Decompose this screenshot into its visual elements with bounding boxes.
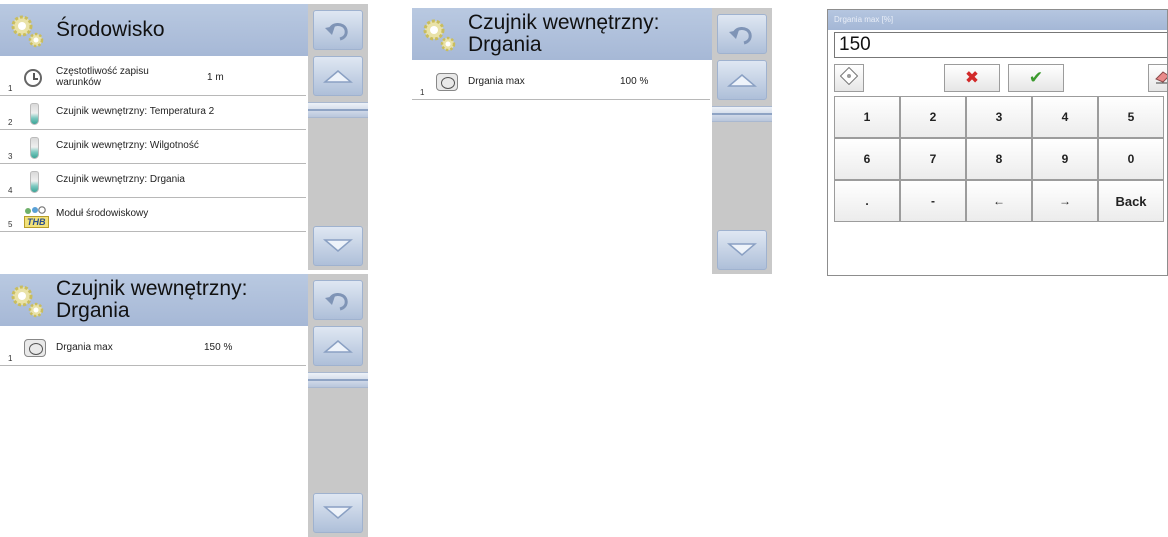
- eraser-icon: [1154, 68, 1167, 89]
- thb-badge: THB: [24, 216, 49, 228]
- ok-button[interactable]: ✔: [1008, 64, 1064, 92]
- scroll-home-button[interactable]: [717, 60, 767, 100]
- undo-arrow-icon: [729, 27, 752, 45]
- scroll-thumb[interactable]: [308, 102, 368, 118]
- row-label: Drgania max: [56, 342, 113, 353]
- row-label: Czujnik wewnętrzny: Wilgotność: [56, 140, 199, 151]
- humidity-sensor-icon: [24, 137, 46, 159]
- keypad-title: Drgania max [%]: [828, 10, 1167, 30]
- vibration-sensor-icon: [24, 171, 46, 193]
- home-arrow-icon: [323, 340, 353, 353]
- key-2[interactable]: 2: [900, 96, 966, 138]
- key-4[interactable]: 4: [1032, 96, 1098, 138]
- home-arrow-icon: [727, 74, 757, 87]
- list-item[interactable]: 3 Czujnik wewnętrzny: Wilgotność: [0, 130, 306, 164]
- key-5[interactable]: 5: [1098, 96, 1164, 138]
- scroll-home-button[interactable]: [313, 326, 363, 366]
- vibration-scrollbar[interactable]: [308, 274, 368, 537]
- clock-icon: [24, 69, 46, 91]
- vibration-scrollbar[interactable]: [712, 8, 772, 274]
- row-index: 1: [8, 84, 13, 93]
- vibration-title: Czujnik wewnętrzny: Drgania: [56, 277, 248, 322]
- key-left[interactable]: ←: [966, 180, 1032, 222]
- key-0[interactable]: 0: [1098, 138, 1164, 180]
- cancel-x-icon: ✖: [964, 68, 980, 87]
- scroll-thumb[interactable]: [308, 372, 368, 388]
- scroll-track[interactable]: [308, 102, 368, 226]
- environment-header: Środowisko: [0, 4, 308, 56]
- settings-gear-icon: [6, 8, 50, 52]
- key-8[interactable]: 8: [966, 138, 1032, 180]
- key-6[interactable]: 6: [834, 138, 900, 180]
- vibration-header: Czujnik wewnętrzny: Drgania: [0, 274, 308, 326]
- scroll-thumb[interactable]: [712, 106, 772, 122]
- environment-module-icon: THB: [24, 205, 49, 228]
- scroll-down-button[interactable]: [717, 230, 767, 270]
- list-item[interactable]: 1 Drgania max 150 %: [0, 332, 306, 366]
- down-arrow-icon: [727, 243, 757, 256]
- row-index: 3: [8, 152, 13, 161]
- keyboard-toggle-button[interactable]: [834, 64, 864, 92]
- list-item[interactable]: 2 Czujnik wewnętrzny: Temperatura 2: [0, 96, 306, 130]
- numeric-keypad-dialog: Drgania max [%] 150 ✖ ✔ 1 2 3 4 5 6 7 8 …: [827, 9, 1168, 276]
- back-button[interactable]: [717, 14, 767, 54]
- scroll-down-button[interactable]: [313, 226, 363, 266]
- undo-arrow-icon: [325, 23, 348, 41]
- list-item[interactable]: 1 Częstotliwość zapisu warunków 1 m: [0, 62, 306, 96]
- home-arrow-icon: [323, 70, 353, 83]
- key-right[interactable]: →: [1032, 180, 1098, 222]
- key-9[interactable]: 9: [1032, 138, 1098, 180]
- row-value: 1 m: [207, 72, 224, 83]
- vibration-panel-top: Czujnik wewnętrzny: Drgania 1 Drgania ma…: [412, 8, 772, 274]
- temperature-sensor-icon: [24, 103, 46, 125]
- row-label: Czujnik wewnętrzny: Temperatura 2: [56, 106, 215, 117]
- row-index: 1: [420, 88, 425, 97]
- row-value: 150 %: [204, 342, 233, 353]
- back-button[interactable]: [313, 280, 363, 320]
- scroll-track[interactable]: [712, 106, 772, 230]
- down-arrow-icon: [323, 239, 353, 252]
- key-3[interactable]: 3: [966, 96, 1032, 138]
- row-label: Częstotliwość zapisu warunków: [56, 66, 149, 88]
- row-value: 100 %: [620, 76, 649, 87]
- key-minus[interactable]: -: [900, 180, 966, 222]
- settings-gear-icon: [6, 278, 50, 322]
- vibration-header: Czujnik wewnętrzny: Drgania: [412, 8, 712, 60]
- list-item[interactable]: 4 Czujnik wewnętrzny: Drgania: [0, 164, 306, 198]
- key-back[interactable]: Back: [1098, 180, 1164, 222]
- key-1[interactable]: 1: [834, 96, 900, 138]
- keyboard-icon: [839, 66, 859, 90]
- row-label: Drgania max: [468, 76, 525, 87]
- row-label: Czujnik wewnętrzny: Drgania: [56, 174, 185, 185]
- checkmark-icon: ✔: [1028, 68, 1044, 87]
- scroll-down-button[interactable]: [313, 493, 363, 533]
- row-index: 4: [8, 186, 13, 195]
- row-index: 5: [8, 220, 13, 229]
- vibration-panel-bottom: Czujnik wewnętrzny: Drgania 1 Drgania ma…: [0, 274, 370, 537]
- key-7[interactable]: 7: [900, 138, 966, 180]
- environment-title: Środowisko: [56, 18, 165, 41]
- vibration-icon: [436, 73, 458, 95]
- vibration-title: Czujnik wewnętrzny: Drgania: [468, 11, 660, 56]
- cancel-button[interactable]: ✖: [944, 64, 1000, 92]
- scroll-home-button[interactable]: [313, 56, 363, 96]
- down-arrow-icon: [323, 506, 353, 519]
- row-label: Moduł środowiskowy: [56, 208, 149, 219]
- list-item[interactable]: 1 Drgania max 100 %: [412, 66, 710, 100]
- environment-scrollbar[interactable]: [308, 4, 368, 270]
- environment-panel: Środowisko 1 Częstotliwość zapisu warunk…: [0, 4, 370, 270]
- undo-arrow-icon: [325, 293, 348, 311]
- key-decimal[interactable]: .: [834, 180, 900, 222]
- vibration-icon: [24, 339, 46, 361]
- clear-button[interactable]: [1148, 64, 1167, 92]
- list-item[interactable]: 5 THB Moduł środowiskowy: [0, 198, 306, 232]
- settings-gear-icon: [418, 12, 462, 56]
- row-index: 2: [8, 118, 13, 127]
- scroll-track[interactable]: [308, 372, 368, 493]
- row-index: 1: [8, 354, 13, 363]
- back-button[interactable]: [313, 10, 363, 50]
- value-input[interactable]: 150: [834, 32, 1167, 58]
